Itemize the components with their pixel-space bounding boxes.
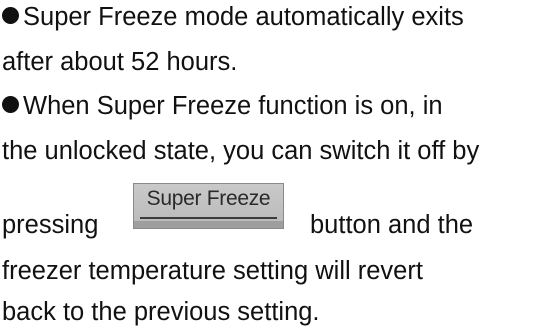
text-pressing: pressing	[2, 211, 99, 239]
super-freeze-label: Super Freeze	[146, 187, 271, 210]
text-line-4: the unlocked state, you can switch it of…	[2, 137, 480, 165]
button-base	[134, 221, 283, 228]
text-line-3: When Super Freeze function is on, in	[23, 92, 443, 120]
bullet-line-1: Super Freeze mode automatically exits	[2, 2, 464, 32]
bullet-line-2: When Super Freeze function is on, in	[2, 91, 443, 121]
button-underline	[140, 217, 277, 219]
bullet-icon	[2, 7, 19, 24]
text-line-7: back to the previous setting.	[2, 298, 320, 326]
super-freeze-button[interactable]: Super Freeze	[133, 183, 284, 229]
bullet-icon	[2, 96, 19, 113]
text-button-and-the: button and the	[310, 211, 474, 239]
text-line-1: Super Freeze mode automatically exits	[23, 3, 464, 31]
text-line-6: freezer temperature setting will revert	[2, 257, 423, 285]
text-line-2: after about 52 hours.	[2, 48, 238, 76]
